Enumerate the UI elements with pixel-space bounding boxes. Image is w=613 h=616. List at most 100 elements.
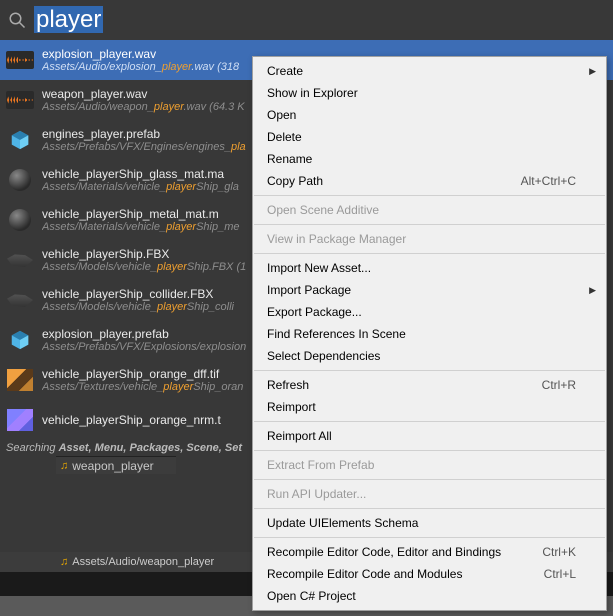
menu-item: Open Scene Additive <box>253 199 606 221</box>
menu-item[interactable]: Copy Path Alt+Ctrl+C <box>253 170 606 192</box>
menu-separator <box>254 479 605 480</box>
menu-shortcut: Ctrl+R <box>542 378 576 392</box>
result-path: Assets/Textures/vehicle_playerShip_oran <box>42 381 243 393</box>
result-title: vehicle_playerShip.FBX <box>42 247 246 261</box>
result-thumb <box>6 326 34 354</box>
menu-item[interactable]: Delete <box>253 126 606 148</box>
result-title: vehicle_playerShip_glass_mat.ma <box>42 167 239 181</box>
result-thumb <box>6 86 34 114</box>
menu-label: Select Dependencies <box>267 349 380 363</box>
result-thumb <box>6 126 34 154</box>
menu-separator <box>254 224 605 225</box>
result-title: vehicle_playerShip_metal_mat.m <box>42 207 240 221</box>
menu-label: Rename <box>267 152 312 166</box>
result-text: explosion_player.wavAssets/Audio/explosi… <box>42 47 239 73</box>
result-title: vehicle_playerShip_orange_nrm.t <box>42 413 221 427</box>
menu-separator <box>254 195 605 196</box>
result-title: vehicle_playerShip_collider.FBX <box>42 287 234 301</box>
menu-label: Import New Asset... <box>267 261 371 275</box>
menu-label: Open Scene Additive <box>267 203 379 217</box>
menu-label: Create <box>267 64 303 78</box>
menu-label: Recompile Editor Code and Modules <box>267 567 462 581</box>
result-thumb <box>6 406 34 434</box>
audio-icon: ♫ <box>60 556 68 568</box>
search-input[interactable]: player <box>34 6 234 34</box>
menu-label: Refresh <box>267 378 309 392</box>
result-title: vehicle_playerShip_orange_dff.tif <box>42 367 243 381</box>
menu-label: Delete <box>267 130 302 144</box>
menu-separator <box>254 370 605 371</box>
chevron-right-icon: ▶ <box>589 285 596 296</box>
result-thumb <box>6 166 34 194</box>
result-text: vehicle_playerShip_metal_mat.mAssets/Mat… <box>42 207 240 233</box>
menu-label: Reimport <box>267 400 316 414</box>
preview-tab[interactable]: ♫ weapon_player <box>56 456 176 474</box>
tab-label: weapon_player <box>72 459 153 473</box>
menu-label: Copy Path <box>267 174 323 188</box>
result-text: vehicle_playerShip_orange_nrm.t <box>42 413 221 427</box>
menu-item: Extract From Prefab <box>253 454 606 476</box>
menu-label: Export Package... <box>267 305 362 319</box>
context-menu: Create ▶ Show in Explorer Open Delete Rename C… <box>252 56 607 611</box>
menu-shortcut: Alt+Ctrl+C <box>521 174 576 188</box>
chevron-right-icon: ▶ <box>589 66 596 77</box>
result-title: explosion_player.wav <box>42 47 239 61</box>
result-path: Assets/Models/vehicle_playerShip_colli <box>42 301 234 313</box>
menu-separator <box>254 253 605 254</box>
menu-item[interactable]: Select Dependencies <box>253 345 606 367</box>
result-title: explosion_player.prefab <box>42 327 246 341</box>
menu-label: Update UIElements Schema <box>267 516 418 530</box>
menu-item[interactable]: Import New Asset... <box>253 257 606 279</box>
result-path: Assets/Prefabs/VFX/Engines/engines_pla <box>42 141 246 153</box>
breadcrumb-path: Assets/Audio/weapon_player <box>72 556 214 568</box>
menu-label: Open C# Project <box>267 589 356 603</box>
menu-item[interactable]: Find References In Scene <box>253 323 606 345</box>
menu-label: Recompile Editor Code, Editor and Bindin… <box>267 545 501 559</box>
menu-label: View in Package Manager <box>267 232 406 246</box>
result-path: Assets/Materials/vehicle_playerShip_me <box>42 221 240 233</box>
menu-item[interactable]: Show in Explorer <box>253 82 606 104</box>
menu-item[interactable]: Export Package... <box>253 301 606 323</box>
result-path: Assets/Models/vehicle_playerShip.FBX (1 <box>42 261 246 273</box>
menu-item[interactable]: Open <box>253 104 606 126</box>
menu-item[interactable]: Recompile Editor Code and Modules Ctrl+L <box>253 563 606 585</box>
menu-separator <box>254 450 605 451</box>
menu-item[interactable]: Reimport <box>253 396 606 418</box>
menu-item[interactable]: Refresh Ctrl+R <box>253 374 606 396</box>
result-path: Assets/Audio/weapon_player.wav (64.3 K <box>42 101 245 113</box>
menu-label: Find References In Scene <box>267 327 406 341</box>
result-text: explosion_player.prefabAssets/Prefabs/VF… <box>42 327 246 353</box>
menu-label: Show in Explorer <box>267 86 358 100</box>
menu-item[interactable]: Update UIElements Schema <box>253 512 606 534</box>
result-text: vehicle_playerShip_glass_mat.maAssets/Ma… <box>42 167 239 193</box>
result-text: engines_player.prefabAssets/Prefabs/VFX/… <box>42 127 246 153</box>
menu-label: Open <box>267 108 296 122</box>
result-text: vehicle_playerShip_orange_dff.tifAssets/… <box>42 367 243 393</box>
menu-item: Run API Updater... <box>253 483 606 505</box>
menu-label: Extract From Prefab <box>267 458 374 472</box>
result-text: weapon_player.wavAssets/Audio/weapon_pla… <box>42 87 245 113</box>
result-title: weapon_player.wav <box>42 87 245 101</box>
menu-item[interactable]: Create ▶ <box>253 60 606 82</box>
menu-separator <box>254 537 605 538</box>
menu-label: Reimport All <box>267 429 332 443</box>
menu-item[interactable]: Recompile Editor Code, Editor and Bindin… <box>253 541 606 563</box>
menu-item[interactable]: Import Package ▶ <box>253 279 606 301</box>
result-text: vehicle_playerShip.FBXAssets/Models/vehi… <box>42 247 246 273</box>
menu-label: Import Package <box>267 283 351 297</box>
result-thumb <box>6 246 34 274</box>
menu-item: View in Package Manager <box>253 228 606 250</box>
menu-label: Run API Updater... <box>267 487 366 501</box>
menu-shortcut: Ctrl+L <box>544 567 576 581</box>
result-title: engines_player.prefab <box>42 127 246 141</box>
menu-separator <box>254 508 605 509</box>
menu-item[interactable]: Open C# Project <box>253 585 606 607</box>
result-thumb <box>6 46 34 74</box>
result-thumb <box>6 366 34 394</box>
result-thumb <box>6 286 34 314</box>
menu-item[interactable]: Rename <box>253 148 606 170</box>
result-path: Assets/Materials/vehicle_playerShip_gla <box>42 181 239 193</box>
menu-shortcut: Ctrl+K <box>542 545 576 559</box>
menu-item[interactable]: Reimport All <box>253 425 606 447</box>
search-bar: player <box>0 0 613 40</box>
